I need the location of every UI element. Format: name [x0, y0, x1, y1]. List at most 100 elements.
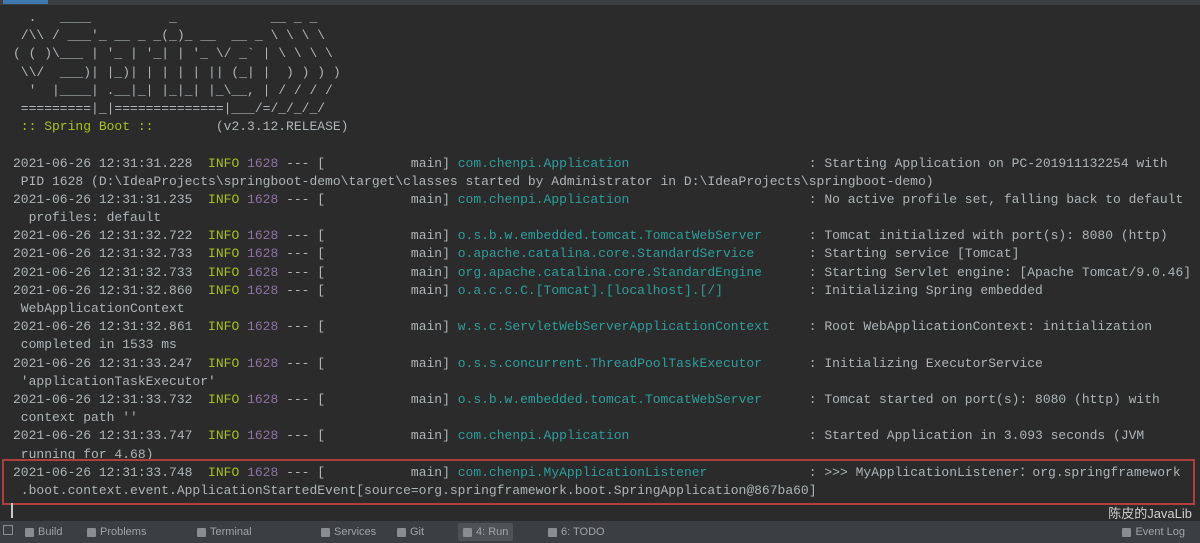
toolwindow-tab-4-run[interactable]: 4: Run: [458, 523, 514, 541]
log-logger: com.chenpi.MyApplicationListener: [457, 464, 809, 480]
log-line: 2021-06-26 12:31:33.732 INFO 1628 --- [ …: [13, 391, 1200, 409]
log-level: INFO: [208, 264, 240, 280]
toolwindow-tab-icon: [463, 527, 472, 537]
toolwindow-tab-icon: [197, 527, 206, 537]
log-timestamp: 2021-06-26 12:31:32.733: [13, 246, 209, 262]
toolwindow-tab-6-todo[interactable]: 6: TODO: [543, 523, 610, 541]
spring-boot-banner-line: :: Spring Boot :: (v2.3.12.RELEASE): [13, 118, 1200, 136]
log-timestamp: 2021-06-26 12:31:31.235: [13, 191, 209, 207]
toolwindow-tab-icon: [548, 527, 557, 537]
log-pid: 1628: [239, 228, 279, 244]
log-pid: 1628: [239, 191, 279, 207]
log-message: : Root WebApplicationContext: initializa…: [808, 319, 1153, 335]
log-level: INFO: [208, 391, 240, 407]
log-line-continuation: WebApplicationContext: [13, 300, 1200, 318]
log-line-continuation: running for 4.68): [13, 446, 1200, 464]
horizontal-scrollbar-thumb[interactable]: [3, 0, 48, 4]
log-message: : Starting Application on PC-20191113225…: [808, 155, 1168, 171]
log-message: : Initializing Spring embedded: [808, 282, 1043, 298]
bottom-toolwindow-bar: Build Problems Terminal Services Git 4: Run 6:…: [0, 520, 1200, 543]
log-message: : >>> MyApplicationListener：org.springfr…: [808, 464, 1181, 480]
spring-boot-version: (v2.3.12.RELEASE): [153, 119, 349, 135]
log-message: profiles: default: [13, 210, 162, 226]
log-level: INFO: [208, 428, 240, 444]
log-thread: --- [ main]: [278, 319, 458, 335]
log-thread: --- [ main]: [278, 246, 458, 262]
log-line: 2021-06-26 12:31:32.733 INFO 1628 --- [ …: [13, 245, 1200, 263]
log-pid: 1628: [239, 391, 279, 407]
log-message: .boot.context.event.ApplicationStartedEv…: [13, 482, 817, 498]
log-line-continuation: PID 1628 (D:\IdeaProjects\springboot-dem…: [13, 173, 1200, 191]
banner-art-line: =========|_|==============|___/=/_/_/_/: [13, 100, 326, 116]
log-message: : Tomcat initialized with port(s): 8080 …: [808, 228, 1168, 244]
toolwindow-tab-problems[interactable]: Problems: [82, 523, 151, 541]
log-pid: 1628: [239, 282, 279, 298]
log-thread: --- [ main]: [278, 428, 458, 444]
log-thread: --- [ main]: [278, 282, 458, 298]
log-logger: o.apache.catalina.core.StandardService: [457, 246, 809, 262]
log-thread: --- [ main]: [278, 264, 458, 280]
text-caret: [11, 503, 13, 518]
log-level: INFO: [208, 355, 240, 371]
log-message: : Starting Servlet engine: [Apache Tomca…: [808, 264, 1192, 280]
log-timestamp: 2021-06-26 12:31:32.733: [13, 264, 209, 280]
log-thread: --- [ main]: [278, 228, 458, 244]
log-timestamp: 2021-06-26 12:31:33.732: [13, 391, 209, 407]
log-line: 2021-06-26 12:31:32.861 INFO 1628 --- [ …: [13, 318, 1200, 336]
event-log-icon: [1122, 527, 1132, 537]
log-timestamp: 2021-06-26 12:31:32.722: [13, 228, 209, 244]
log-timestamp: 2021-06-26 12:31:33.747: [13, 428, 209, 444]
log-line-continuation: 'applicationTaskExecutor': [13, 373, 1200, 391]
toolwindow-tab-event-log[interactable]: Event Log: [1117, 523, 1190, 541]
log-message: : Tomcat started on port(s): 8080 (http)…: [808, 391, 1160, 407]
log-line-continuation: .boot.context.event.ApplicationStartedEv…: [13, 482, 1200, 500]
log-timestamp: 2021-06-26 12:31:31.228: [13, 155, 209, 171]
toolwindow-tab-icon: [25, 527, 34, 537]
log-logger: o.a.c.c.C.[Tomcat].[localhost].[/]: [457, 282, 809, 298]
log-logger: com.chenpi.Application: [457, 155, 809, 171]
log-timestamp: 2021-06-26 12:31:33.748: [13, 464, 209, 480]
toolwindow-tab-services[interactable]: Services: [316, 523, 381, 541]
toolwindow-tab-icon: [397, 527, 406, 537]
log-level: INFO: [208, 191, 240, 207]
log-thread: --- [ main]: [278, 391, 458, 407]
log-timestamp: 2021-06-26 12:31:32.861: [13, 319, 209, 335]
console-output[interactable]: . ____ _ __ _ _ /\\ / ___'_ __ _ _(_)_ _…: [0, 5, 1200, 520]
log-line: 2021-06-26 12:31:31.228 INFO 1628 --- [ …: [13, 155, 1200, 173]
log-message: : Initializing ExecutorService: [808, 355, 1043, 371]
toolwindow-tab-icon: [87, 527, 96, 537]
banner-art-line: \\/ ___)| |_)| | | | | || (_| | ) ) ) ): [13, 64, 341, 80]
banner-art-line: /\\ / ___'_ __ _ _(_)_ __ __ _ \ \ \ \: [13, 28, 326, 44]
log-message: context path '': [13, 410, 138, 426]
log-thread: --- [ main]: [278, 464, 458, 480]
log-level: INFO: [208, 155, 240, 171]
log-pid: 1628: [239, 319, 279, 335]
log-logger: o.s.b.w.embedded.tomcat.TomcatWebServer: [457, 391, 809, 407]
log-timestamp: 2021-06-26 12:31:33.247: [13, 355, 209, 371]
toolwindow-tab-build[interactable]: Build: [20, 523, 67, 541]
log-level: INFO: [208, 246, 240, 262]
banner-art-line: . ____ _ __ _ _: [13, 10, 318, 25]
log-line: 2021-06-26 12:31:33.247 INFO 1628 --- [ …: [13, 355, 1200, 373]
log-message: : Started Application in 3.093 seconds (…: [808, 428, 1145, 444]
log-line-continuation: profiles: default: [13, 209, 1200, 227]
log-line: 2021-06-26 12:31:32.860 INFO 1628 --- [ …: [13, 282, 1200, 300]
log-line: 2021-06-26 12:31:32.733 INFO 1628 --- [ …: [13, 264, 1200, 282]
log-level: INFO: [208, 464, 240, 480]
toolwindow-tab-terminal[interactable]: Terminal: [192, 523, 257, 541]
banner-art-line: ( ( )\___ | '_ | '_| | '_ \/ _` | \ \ \ …: [13, 46, 333, 62]
toolwindow-tab-git[interactable]: Git: [392, 523, 429, 541]
log-thread: --- [ main]: [278, 191, 458, 207]
log-line-continuation: context path '': [13, 409, 1200, 427]
log-line: 2021-06-26 12:31:33.747 INFO 1628 --- [ …: [13, 427, 1200, 445]
log-pid: 1628: [239, 428, 279, 444]
log-thread: --- [ main]: [278, 155, 458, 171]
toolwindow-corner-icon[interactable]: [3, 525, 13, 535]
log-message: running for 4.68): [13, 446, 154, 462]
log-message: PID 1628 (D:\IdeaProjects\springboot-dem…: [13, 173, 934, 189]
log-message: completed in 1533 ms: [13, 337, 177, 353]
log-message: : No active profile set, falling back to…: [808, 191, 1184, 207]
log-pid: 1628: [239, 264, 279, 280]
log-message: 'applicationTaskExecutor': [13, 373, 216, 389]
